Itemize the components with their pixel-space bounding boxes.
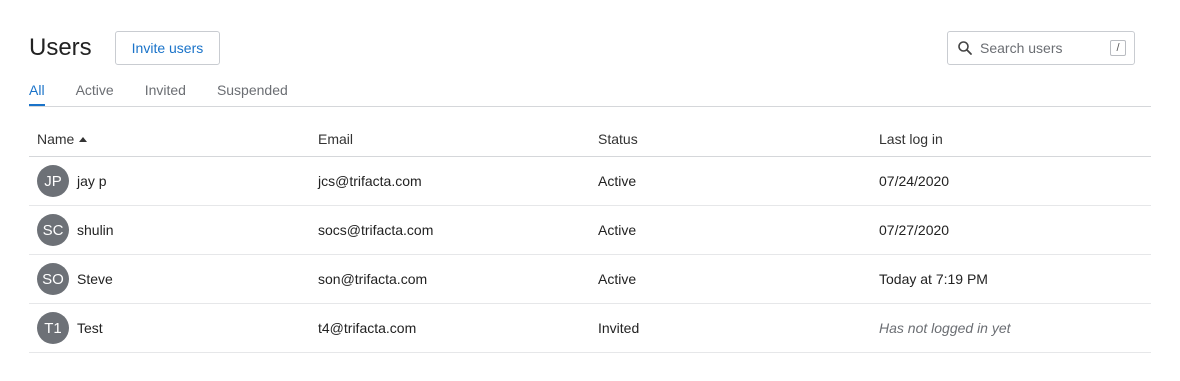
user-status: Active [598,271,637,287]
user-name-cell: SC shulin [29,214,310,246]
tab-suspended[interactable]: Suspended [217,80,288,104]
search-icon [957,40,973,56]
user-name: Steve [77,271,113,287]
user-last-login: Today at 7:19 PM [879,271,988,287]
tabs: All Active Invited Suspended [29,80,1151,107]
column-header-email[interactable]: Email [310,131,590,147]
user-email: jcs@trifacta.com [318,173,422,189]
user-name-cell: SO Steve [29,263,310,295]
invite-users-button[interactable]: Invite users [114,31,221,65]
table-row[interactable]: JP jay p jcs@trifacta.com Active 07/24/2… [29,157,1151,206]
table-row[interactable]: SC shulin socs@trifacta.com Active 07/27… [29,206,1151,255]
user-status: Invited [598,320,640,336]
column-header-name-label: Name [37,131,75,147]
user-last-login: Has not logged in yet [879,320,1011,336]
user-name: shulin [77,222,114,238]
user-name-cell: T1 Test [29,312,310,344]
user-last-login: 07/24/2020 [879,173,950,189]
user-name-cell: JP jay p [29,165,310,197]
table-row[interactable]: T1 Test t4@trifacta.com Invited Has not … [29,304,1151,353]
column-header-status[interactable]: Status [590,131,871,147]
column-header-name[interactable]: Name [29,131,310,147]
search-box[interactable]: / [947,31,1135,65]
user-last-login: 07/27/2020 [879,222,950,238]
user-email: socs@trifacta.com [318,222,434,238]
table-row[interactable]: SO Steve son@trifacta.com Active Today a… [29,255,1151,304]
search-input[interactable] [980,40,1100,56]
users-page: Users Invite users / All Active Invited … [0,0,1180,381]
tab-invited[interactable]: Invited [145,80,186,104]
user-email: son@trifacta.com [318,271,428,287]
avatar: SO [37,263,69,295]
user-name: Test [77,320,103,336]
tab-active[interactable]: Active [76,80,114,104]
page-header: Users Invite users [29,31,221,65]
user-status: Active [598,222,637,238]
search-shortcut-hint: / [1110,40,1126,56]
user-email: t4@trifacta.com [318,320,417,336]
user-status: Active [598,173,637,189]
avatar: JP [37,165,69,197]
avatar: T1 [37,312,69,344]
column-header-last-login[interactable]: Last log in [871,131,1151,147]
table-header: Name Email Status Last log in [29,122,1151,157]
avatar: SC [37,214,69,246]
user-name: jay p [77,173,107,189]
page-title: Users [29,34,92,61]
tab-all[interactable]: All [29,80,45,106]
users-table: Name Email Status Last log in JP jay p j… [29,122,1151,353]
sort-ascending-icon [79,137,88,142]
